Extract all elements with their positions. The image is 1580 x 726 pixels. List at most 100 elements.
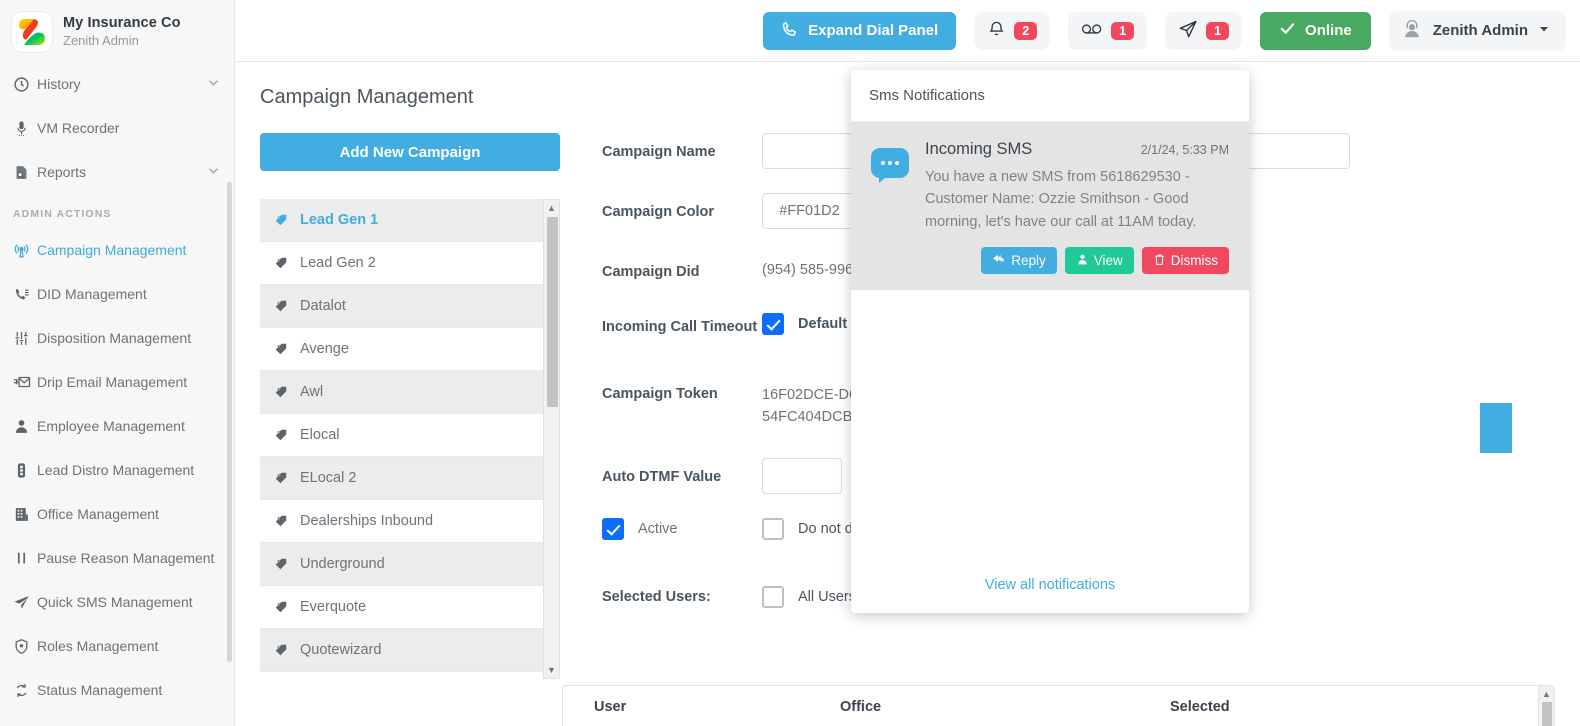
notification-actions: Reply View Dismiss xyxy=(925,247,1229,274)
sidebar-item-quick-sms-management[interactable]: Quick SMS Management xyxy=(0,580,234,624)
brand-header[interactable]: My Insurance Co Zenith Admin xyxy=(0,0,234,62)
scroll-thumb[interactable] xyxy=(1542,702,1552,726)
user-table-scrollbar[interactable]: ▲ xyxy=(1538,686,1554,726)
scroll-up-icon[interactable]: ▲ xyxy=(1542,689,1551,699)
reply-arrow-icon xyxy=(992,252,1006,269)
campaign-label: Dealerships Inbound xyxy=(300,513,433,529)
chat-bubble-icon xyxy=(871,148,909,178)
sidebar-item-drip-email-management[interactable]: Drip Email Management xyxy=(0,360,234,404)
notification-timestamp: 2/1/24, 5:33 PM xyxy=(1141,143,1229,157)
sidebar-item-status-management[interactable]: Status Management xyxy=(0,668,234,712)
all-users-label: All Users xyxy=(798,589,856,605)
scroll-thumb[interactable] xyxy=(547,217,558,407)
sidebar-item-label: Pause Reason Management xyxy=(37,550,220,566)
sidebar-item-did-management[interactable]: DID Management xyxy=(0,272,234,316)
sms-notifications-button[interactable]: 1 xyxy=(1165,12,1242,50)
campaign-token-label: Campaign Token xyxy=(602,375,762,406)
online-status-button[interactable]: Online xyxy=(1260,12,1371,50)
campaign-list-scrollbar[interactable]: ▲ ▼ xyxy=(543,199,560,679)
sidebar-item-vm-recorder[interactable]: VM Recorder xyxy=(0,106,234,150)
campaign-did-label: Campaign Did xyxy=(602,253,762,284)
column-header-office: Office xyxy=(840,699,1170,715)
check-icon xyxy=(1279,20,1296,41)
sms-badge: 1 xyxy=(1206,22,1229,40)
campaign-color-label: Campaign Color xyxy=(602,193,762,224)
bell-icon xyxy=(987,20,1006,42)
do-not-disturb-checkbox[interactable] xyxy=(762,518,784,540)
paper-plane-icon xyxy=(13,594,37,611)
campaign-list-item[interactable]: Quotewizard xyxy=(260,629,543,672)
sliders-icon xyxy=(13,330,37,347)
sidebar-item-history[interactable]: History xyxy=(0,62,234,106)
campaign-list-item[interactable]: Everquote xyxy=(260,586,543,629)
sidebar-item-campaign-management[interactable]: Campaign Management xyxy=(0,228,234,272)
campaign-list-item[interactable]: Elocal xyxy=(260,414,543,457)
sidebar-item-label: Status Management xyxy=(37,682,220,698)
campaign-list-item[interactable]: Avenge xyxy=(260,328,543,371)
decorative-blue-block[interactable] xyxy=(1480,403,1512,453)
tag-icon xyxy=(274,471,288,485)
sidebar-item-roles-management[interactable]: Roles Management xyxy=(0,624,234,668)
notifications-bell-button[interactable]: 2 xyxy=(974,12,1050,50)
campaign-list-item[interactable]: Awl xyxy=(260,371,543,414)
paper-plane-icon xyxy=(1178,19,1198,42)
envelope-arrow-icon xyxy=(13,373,37,391)
campaign-label: Avenge xyxy=(300,341,349,357)
sidebar-item-pause-reason-management[interactable]: Pause Reason Management xyxy=(0,536,234,580)
sidebar-scrollbar[interactable] xyxy=(227,182,232,662)
view-label: View xyxy=(1094,253,1123,268)
sidebar-item-reports[interactable]: Reports xyxy=(0,150,234,194)
scroll-down-icon[interactable]: ▼ xyxy=(547,665,556,675)
tag-icon xyxy=(274,514,288,528)
all-users-checkbox[interactable] xyxy=(762,586,784,608)
reply-button[interactable]: Reply xyxy=(981,247,1057,274)
sidebar-item-label: Quick SMS Management xyxy=(37,594,220,610)
user-menu-button[interactable]: Zenith Admin xyxy=(1389,11,1566,51)
campaign-name-label: Campaign Name xyxy=(602,133,762,164)
dismiss-label: Dismiss xyxy=(1171,253,1218,268)
building-icon xyxy=(13,506,37,523)
active-checkbox[interactable] xyxy=(602,518,624,540)
campaign-list-item[interactable]: Underground xyxy=(260,543,543,586)
campaign-list-item[interactable]: ELocal 2 xyxy=(260,457,543,500)
campaign-label: Everquote xyxy=(300,599,366,615)
view-all-notifications-link[interactable]: View all notifications xyxy=(851,557,1249,613)
campaign-label: Quotewizard xyxy=(300,642,381,658)
sidebar-item-disposition-management[interactable]: Disposition Management xyxy=(0,316,234,360)
tag-icon xyxy=(274,299,288,313)
notification-item[interactable]: Incoming SMS 2/1/24, 5:33 PM You have a … xyxy=(851,122,1249,290)
active-checkbox-label: Active xyxy=(638,519,678,541)
campaign-color-input[interactable] xyxy=(762,193,857,229)
bell-badge: 2 xyxy=(1014,22,1037,40)
report-search-icon xyxy=(13,164,37,181)
campaign-list-item[interactable]: Lead Gen 2 xyxy=(260,242,543,285)
phone-list-icon xyxy=(13,286,37,303)
auto-dtmf-input[interactable] xyxy=(762,458,842,494)
voicemail-button[interactable]: 1 xyxy=(1068,12,1147,50)
campaign-list-item[interactable]: Dealerships Inbound xyxy=(260,500,543,543)
notifications-panel-title: Sms Notifications xyxy=(851,70,1249,122)
campaign-list-item[interactable]: Datalot xyxy=(260,285,543,328)
broadcast-icon xyxy=(13,242,37,259)
view-button[interactable]: View xyxy=(1065,247,1134,274)
sidebar-item-office-management[interactable]: Office Management xyxy=(0,492,234,536)
expand-dial-panel-button[interactable]: Expand Dial Panel xyxy=(763,12,956,50)
column-header-selected: Selected xyxy=(1170,699,1230,715)
chevron-down-icon xyxy=(207,76,220,92)
sidebar-item-label: Drip Email Management xyxy=(37,374,220,390)
sidebar-item-employee-management[interactable]: Employee Management xyxy=(0,404,234,448)
top-bar: Expand Dial Panel 2 1 1 Online xyxy=(235,0,1580,62)
sidebar-item-lead-distro-management[interactable]: Lead Distro Management xyxy=(0,448,234,492)
campaign-list-item[interactable] xyxy=(260,672,543,679)
dismiss-button[interactable]: Dismiss xyxy=(1142,247,1229,274)
sidebar: My Insurance Co Zenith Admin History VM … xyxy=(0,0,235,726)
sidebar-item-label: Office Management xyxy=(37,506,220,522)
campaign-list-item[interactable]: Lead Gen 1 xyxy=(260,199,543,242)
phone-icon xyxy=(781,20,799,42)
scroll-up-icon[interactable]: ▲ xyxy=(547,203,556,213)
expand-dial-panel-label: Expand Dial Panel xyxy=(808,22,938,39)
tag-icon xyxy=(274,600,288,614)
default-checkbox[interactable] xyxy=(762,313,784,335)
add-new-campaign-button[interactable]: Add New Campaign xyxy=(260,133,560,171)
notification-body: Incoming SMS 2/1/24, 5:33 PM You have a … xyxy=(925,140,1229,274)
